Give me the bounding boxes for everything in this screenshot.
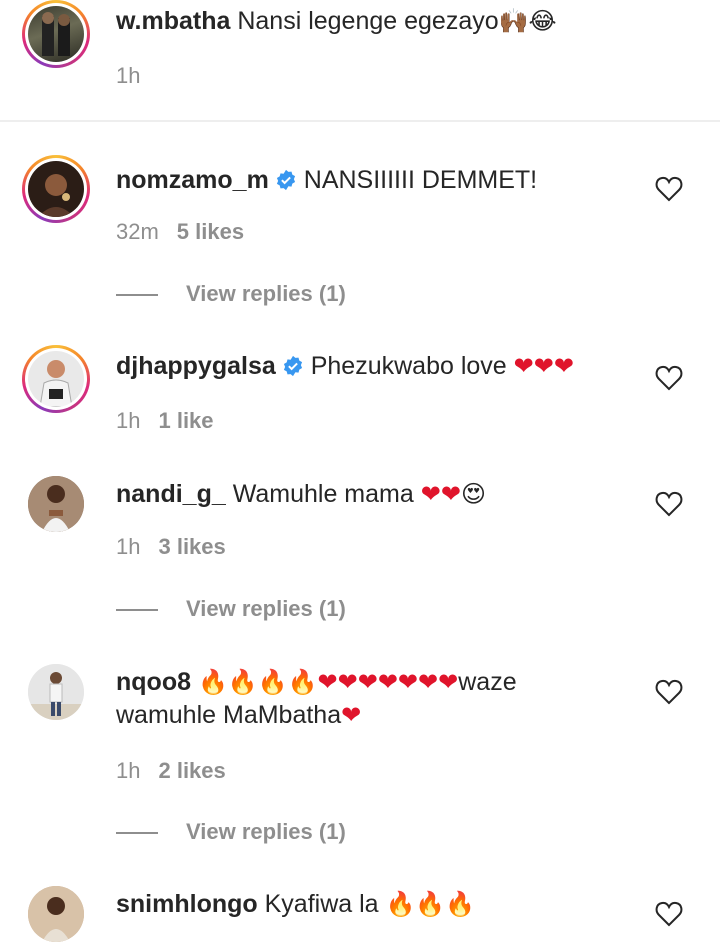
heart-eyes-emoji: 😍 xyxy=(460,480,486,508)
comment-likes[interactable]: 1 like xyxy=(158,408,213,433)
replies-line xyxy=(116,294,158,297)
comment-text: Kyafiwa la xyxy=(264,890,379,918)
view-replies-button[interactable]: View replies (1) xyxy=(116,819,346,845)
replies-line xyxy=(116,609,158,612)
comment-time: 32m xyxy=(116,219,159,244)
heart-emoji: ❤❤❤ xyxy=(513,352,574,380)
heart-outline-icon[interactable] xyxy=(655,176,683,202)
heart-outline-icon[interactable] xyxy=(655,491,683,517)
comment-username[interactable]: nandi_g_ xyxy=(116,480,226,508)
avatar[interactable] xyxy=(28,476,84,532)
comment-username[interactable]: w.mbatha xyxy=(116,7,230,35)
comment-likes[interactable]: 5 likes xyxy=(177,219,244,244)
comment-username[interactable]: nomzamo_m xyxy=(116,166,269,194)
replies-line xyxy=(116,832,158,835)
heart-outline-icon[interactable] xyxy=(655,365,683,391)
avatar[interactable] xyxy=(28,664,84,720)
view-replies-button[interactable]: View replies (1) xyxy=(116,281,346,307)
comment-time: 1h xyxy=(116,408,141,433)
comment-text: NANSIIIIII DEMMET! xyxy=(303,166,538,194)
view-replies-button[interactable]: View replies (1) xyxy=(116,596,346,622)
comment-time: 1h xyxy=(116,758,141,783)
avatar xyxy=(28,161,84,217)
heart-emoji: ❤❤❤❤❤❤❤ xyxy=(317,668,459,696)
comment-text-continued: wamuhle MaMbatha xyxy=(116,701,342,729)
divider xyxy=(0,120,720,122)
heart-emoji: ❤❤ xyxy=(420,480,461,508)
comment-username[interactable]: djhappygalsa xyxy=(116,352,276,380)
story-ring-avatar[interactable] xyxy=(22,0,90,68)
heart-outline-icon[interactable] xyxy=(655,901,683,927)
view-replies-label: View replies (1) xyxy=(186,281,346,306)
comment-text: Phezukwabo love xyxy=(310,352,507,380)
comment-username[interactable]: snimhlongo xyxy=(116,890,258,918)
comment-text: Nansi legenge egezayo xyxy=(237,7,499,35)
view-replies-label: View replies (1) xyxy=(186,596,346,621)
story-ring-avatar[interactable] xyxy=(22,345,90,413)
fire-emoji: 🔥🔥🔥🔥 xyxy=(197,668,318,696)
comment-time: 1h xyxy=(116,534,141,559)
avatar xyxy=(28,351,84,407)
story-ring-avatar[interactable] xyxy=(22,155,90,223)
comment-text: Wamuhle mama xyxy=(232,480,414,508)
fire-emoji: 🔥🔥🔥 xyxy=(385,890,476,918)
heart-outline-icon[interactable] xyxy=(655,679,683,705)
comment-likes[interactable]: 3 likes xyxy=(158,534,225,559)
comment-text: waze xyxy=(458,668,517,696)
avatar xyxy=(28,6,84,62)
verified-badge-icon xyxy=(282,353,304,377)
heart-emoji: ❤ xyxy=(341,701,362,729)
comment-emoji: 🙌🏾😂 xyxy=(498,7,557,35)
comment-likes[interactable]: 2 likes xyxy=(158,758,225,783)
view-replies-label: View replies (1) xyxy=(186,819,346,844)
avatar[interactable] xyxy=(28,886,84,942)
comment-time: 1h xyxy=(116,63,141,88)
comment-username[interactable]: nqoo8 xyxy=(116,668,191,696)
verified-badge-icon xyxy=(275,167,297,191)
